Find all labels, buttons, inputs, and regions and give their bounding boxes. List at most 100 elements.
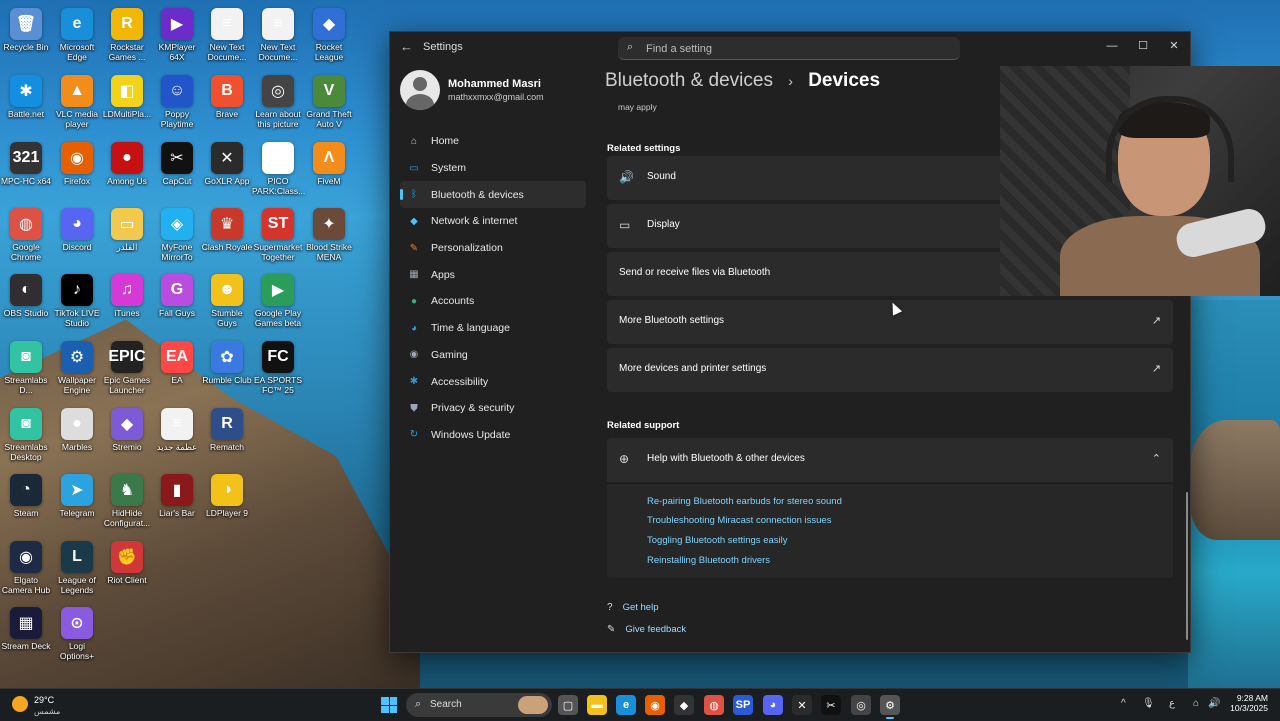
taskbar-browser-icon[interactable]: ◎ xyxy=(851,695,871,715)
sidebar-item-system[interactable]: ▭ System xyxy=(400,155,586,182)
clock[interactable]: 9:28 AM 10/3/2025 xyxy=(1224,693,1268,713)
avatar[interactable] xyxy=(400,70,440,110)
desktop-icon[interactable]: EPIC Epic Games Launcher xyxy=(101,337,153,395)
desktop-icon[interactable]: ≡ New Text Docume... xyxy=(252,4,304,62)
get-help-link[interactable]: ? Get help xyxy=(607,602,658,613)
help-link[interactable]: Reinstalling Bluetooth drivers xyxy=(647,555,770,566)
desktop-icon[interactable]: ◉ Elgato Camera Hub xyxy=(0,537,52,595)
close-button[interactable]: ✕ xyxy=(1160,36,1188,56)
desktop-icon[interactable]: ▦ Stream Deck xyxy=(0,603,52,651)
desktop-icon[interactable]: ♪ TikTok LIVE Studio xyxy=(51,270,103,328)
network-icon[interactable]: ⌂ xyxy=(1193,698,1199,709)
desktop-icon[interactable]: ● Among Us xyxy=(101,138,153,186)
desktop-icon[interactable]: ▲ VLC media player xyxy=(51,71,103,129)
taskbar-app-blue-icon[interactable]: SP xyxy=(733,695,753,715)
desktop-icon[interactable]: ● Marbles xyxy=(51,404,103,452)
desktop-icon[interactable]: ➤ Telegram xyxy=(51,470,103,518)
sidebar-item-personalization[interactable]: ✎ Personalization xyxy=(400,235,586,262)
taskbar-goxlr-icon[interactable]: ✕ xyxy=(792,695,812,715)
desktop-icon[interactable]: FC EA SPORTS FC™ 25 xyxy=(252,337,304,395)
help-link[interactable]: Troubleshooting Miracast connection issu… xyxy=(647,515,831,526)
windows-start-icon[interactable] xyxy=(381,697,397,713)
taskbar-search[interactable]: ⌕ Search xyxy=(406,693,552,717)
desktop-icon[interactable]: R Rematch xyxy=(201,404,253,452)
desktop-icon[interactable]: ◕ Discord xyxy=(51,204,103,252)
sidebar-item-accounts[interactable]: ● Accounts xyxy=(400,288,586,315)
desktop-icon[interactable]: ◆ Stremio xyxy=(101,404,153,452)
language-indicator[interactable]: ع xyxy=(1169,698,1175,709)
help-bluetooth-expander[interactable]: ⊕ Help with Bluetooth & other devices ⌃ xyxy=(607,438,1173,482)
sidebar-item-bluetooth-devices[interactable]: ᛒ Bluetooth & devices xyxy=(400,181,586,209)
desktop-icon[interactable]: ♛ Clash Royale xyxy=(201,204,253,252)
desktop-icon[interactable]: R Rockstar Games ... xyxy=(101,4,153,62)
desktop-icon[interactable]: ▶ Google Play Games beta xyxy=(252,270,304,328)
desktop-icon[interactable]: ◙ Streamlabs D... xyxy=(0,337,52,395)
desktop-icon[interactable]: ◍ Google Chrome xyxy=(0,204,52,262)
maximize-button[interactable]: ☐ xyxy=(1129,36,1157,56)
chevron-up-icon[interactable]: ⌃ xyxy=(1152,452,1161,465)
desktop-icon[interactable]: ≡ New Text Docume... xyxy=(201,4,253,62)
desktop-icon[interactable]: ◙ Streamlabs Desktop xyxy=(0,404,52,462)
desktop-icon[interactable]: ▮ Liar's Bar xyxy=(151,470,203,518)
taskbar-task-view-icon[interactable]: ▢ xyxy=(558,695,578,715)
desktop-icon[interactable]: ◔ Steam xyxy=(0,470,52,518)
desktop-icon[interactable]: L League of Legends xyxy=(51,537,103,595)
sidebar-item-gaming[interactable]: ◉ Gaming xyxy=(400,342,586,369)
desktop-icon[interactable]: ◐ OBS Studio xyxy=(0,270,52,318)
desktop-icon[interactable]: ✕ GoXLR App xyxy=(201,138,253,186)
desktop-icon[interactable]: G Fall Guys xyxy=(151,270,203,318)
microphone-tray-icon[interactable]: 🎙 xyxy=(1142,698,1155,709)
settings-search-box[interactable]: ⌕ xyxy=(618,37,960,60)
give-feedback-link[interactable]: ✎ Give feedback xyxy=(607,624,686,635)
taskbar-firefox-icon[interactable]: ◉ xyxy=(645,695,665,715)
taskbar-edge-icon[interactable]: e xyxy=(616,695,636,715)
desktop-icon[interactable]: ◉ Firefox xyxy=(51,138,103,186)
back-arrow-icon[interactable]: ← xyxy=(400,39,413,54)
sidebar-item-time-language[interactable]: ◕ Time & language xyxy=(400,315,586,342)
desktop-icon[interactable]: ▦ PICO PARK:Class... xyxy=(252,138,305,196)
desktop-icon[interactable]: ◎ Learn about this picture xyxy=(252,71,304,129)
desktop-icon[interactable]: ◑ LDPlayer 9 xyxy=(201,470,253,518)
help-link[interactable]: Re-pairing Bluetooth earbuds for stereo … xyxy=(647,496,842,507)
desktop-icon[interactable]: ◆ Rocket League xyxy=(303,4,355,62)
desktop-icon[interactable]: V Grand Theft Auto V xyxy=(303,71,355,129)
desktop-icon[interactable]: ✱ Battle.net xyxy=(0,71,52,119)
desktop-icon[interactable]: ⊙ Logi Options+ xyxy=(51,603,103,661)
sidebar-item-network-internet[interactable]: ◆ Network & internet xyxy=(400,208,586,235)
desktop-icon[interactable]: B Brave xyxy=(201,71,253,119)
sidebar-item-apps[interactable]: ▦ Apps xyxy=(400,261,586,288)
taskbar-chrome-icon[interactable]: ◍ xyxy=(704,695,724,715)
desktop-icon[interactable]: ≡ عظمة جديد xyxy=(151,404,203,452)
settings-search-input[interactable] xyxy=(644,40,948,58)
desktop-icon[interactable]: ▭ الفلدر xyxy=(101,204,153,252)
help-link[interactable]: Toggling Bluetooth settings easily xyxy=(647,535,787,546)
taskbar-unity-icon[interactable]: ◆ xyxy=(674,695,694,715)
desktop-icon[interactable]: ♫ iTunes xyxy=(101,270,153,318)
desktop-icon[interactable]: ✦ Blood Strike MENA xyxy=(303,204,355,262)
tray-overflow-icon[interactable]: ^ xyxy=(1121,698,1126,709)
sidebar-item-privacy-security[interactable]: ⛊ Privacy & security xyxy=(400,395,586,422)
sidebar-item-windows-update[interactable]: ↻ Windows Update xyxy=(400,422,586,449)
taskbar-settings-icon[interactable]: ⚙ xyxy=(880,695,900,719)
volume-icon[interactable]: 🔊 xyxy=(1208,698,1220,709)
desktop-icon[interactable]: ▶ KMPlayer 64X xyxy=(151,4,203,62)
sidebar-item-accessibility[interactable]: ✱ Accessibility xyxy=(400,368,586,395)
desktop-icon[interactable]: ✂ CapCut xyxy=(151,138,203,186)
desktop-icon[interactable]: ☻ Stumble Guys xyxy=(201,270,253,328)
taskbar-discord-icon[interactable]: ◕ xyxy=(763,695,783,715)
desktop-icon[interactable]: ✊ Riot Client xyxy=(101,537,153,585)
desktop-icon[interactable]: ☺ Poppy Playtime xyxy=(151,71,203,129)
desktop-icon[interactable]: 321 MPC-HC x64 xyxy=(0,138,52,186)
desktop-icon[interactable]: ◈ MyFone MirrorTo xyxy=(151,204,203,262)
taskbar-capcut-icon[interactable]: ✂ xyxy=(821,695,841,715)
taskbar-file-explorer-icon[interactable]: ▬ xyxy=(587,695,607,715)
breadcrumb-parent[interactable]: Bluetooth & devices xyxy=(605,70,773,91)
desktop-icon[interactable]: Λ FiveM xyxy=(303,138,355,186)
desktop-icon[interactable]: ♞ HidHide Configurat... xyxy=(101,470,153,528)
minimize-button[interactable]: — xyxy=(1098,36,1126,56)
desktop-icon[interactable]: 🗑 Recycle Bin xyxy=(0,4,52,52)
desktop-icon[interactable]: ⚙ Wallpaper Engine xyxy=(51,337,103,395)
desktop-icon[interactable]: ST Supermarket Together xyxy=(252,204,304,262)
sidebar-item-home[interactable]: ⌂ Home xyxy=(400,128,586,155)
desktop-icon[interactable]: ✿ Rumble Club xyxy=(201,337,253,385)
